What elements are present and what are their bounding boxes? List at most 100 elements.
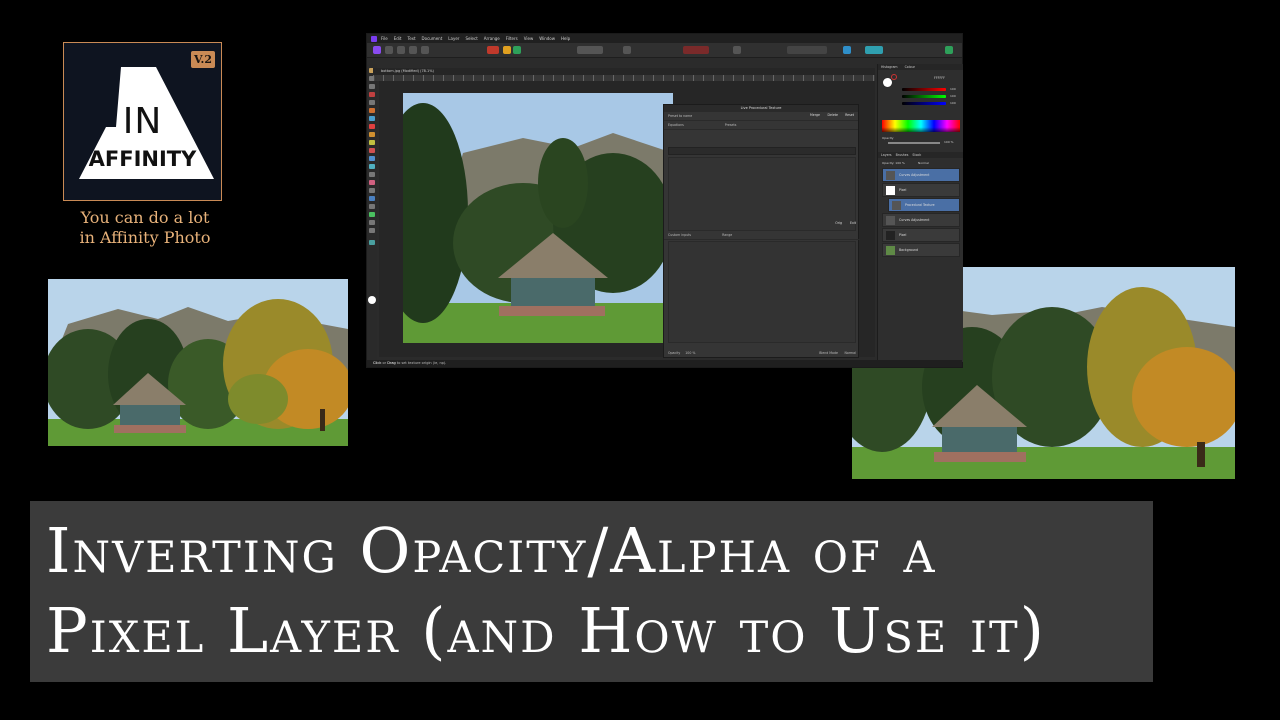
- blue-slider[interactable]: [902, 102, 946, 105]
- account-icon[interactable]: [945, 46, 953, 54]
- document-tab[interactable]: bottom.jpg (Modified) (78.1%): [381, 69, 434, 73]
- menu-layer[interactable]: Layer: [448, 36, 459, 41]
- tabs-row: Equations Presets: [664, 121, 858, 130]
- logo-text-in: IN: [122, 101, 163, 142]
- menu-file[interactable]: File: [381, 36, 388, 41]
- flood-select-tool-icon[interactable]: [369, 108, 375, 113]
- layers-blend-mode[interactable]: Normal: [918, 161, 929, 165]
- menu-filters[interactable]: Filters: [506, 36, 518, 41]
- pen-tool-icon[interactable]: [369, 196, 375, 201]
- zoom-tool-icon[interactable]: [369, 228, 375, 233]
- marquee-tool-icon[interactable]: [369, 116, 375, 121]
- layers-opacity[interactable]: Opacity: 100 %: [882, 161, 905, 165]
- selection-tools-icon[interactable]: [487, 46, 499, 54]
- exit-button[interactable]: Exit: [848, 221, 858, 226]
- blue-value[interactable]: 100: [950, 101, 956, 105]
- tab-layers[interactable]: Layers: [881, 153, 892, 157]
- selection-brush-tool-icon[interactable]: [369, 100, 375, 105]
- orig-button[interactable]: Orig: [833, 221, 844, 226]
- node-tool-icon[interactable]: [369, 204, 375, 209]
- hex-value[interactable]: FFFFFF: [934, 76, 945, 80]
- paint-brush-tool-icon[interactable]: [369, 140, 375, 145]
- green-slider[interactable]: [902, 95, 946, 98]
- selection-refine-buttons[interactable]: [683, 46, 709, 54]
- layer-row[interactable]: Procedural Texture: [888, 198, 960, 212]
- layer-thumbnail: [886, 230, 895, 240]
- shape-tool-icon[interactable]: [369, 212, 375, 217]
- layers-panel-tabs: Layers Brushes Stock: [878, 152, 963, 158]
- panel-opacity-value[interactable]: 100 %: [944, 140, 954, 144]
- equations-tab[interactable]: Equations: [668, 123, 684, 127]
- crop-tool-icon[interactable]: [369, 92, 375, 97]
- persona-tone-map-icon[interactable]: [409, 46, 417, 54]
- menu-arrange[interactable]: Arrange: [484, 36, 500, 41]
- red-slider[interactable]: [902, 88, 946, 91]
- red-eye-tool-icon[interactable]: [369, 180, 375, 185]
- menu-view[interactable]: View: [524, 36, 534, 41]
- custom-inputs-list[interactable]: [668, 241, 856, 343]
- merge-button[interactable]: Merge: [808, 113, 822, 118]
- secondary-color-swatch[interactable]: [891, 74, 897, 80]
- layer-thumbnail: [886, 185, 895, 195]
- tab-colour[interactable]: Colour: [905, 65, 915, 69]
- blend-mode-value[interactable]: Normal: [844, 349, 856, 357]
- menu-edit[interactable]: Edit: [394, 36, 402, 41]
- snapping-icon[interactable]: [733, 46, 741, 54]
- layer-row[interactable]: Curves Adjustment: [882, 213, 960, 227]
- delete-button[interactable]: Delete: [826, 113, 840, 118]
- document-image[interactable]: [403, 93, 673, 343]
- menu-help[interactable]: Help: [561, 36, 570, 41]
- layer-row[interactable]: Pixel: [882, 183, 960, 197]
- layer-name: Curves Adjustment: [899, 173, 930, 177]
- tab-histogram[interactable]: Histogram: [881, 65, 898, 69]
- presets-tab[interactable]: Presets: [725, 123, 737, 127]
- tab-stock[interactable]: Stock: [912, 153, 921, 157]
- clone-tool-icon[interactable]: [369, 164, 375, 169]
- dialog-opacity-value[interactable]: 100 %: [685, 351, 695, 355]
- colour-spectrum[interactable]: [882, 120, 960, 132]
- auto-levels-icon[interactable]: [503, 46, 511, 54]
- mesh-warp-tool-icon[interactable]: [369, 240, 375, 245]
- logo-text-affinity: AFFINITY: [88, 147, 197, 171]
- menu-text[interactable]: Text: [407, 36, 415, 41]
- layer-row[interactable]: Curves Adjustment: [882, 168, 960, 182]
- tagline-line-1: You can do a lot: [80, 208, 210, 227]
- quick-mask-icon[interactable]: [623, 46, 631, 54]
- tagline-line-2: in Affinity Photo: [79, 228, 211, 247]
- dodge-tool-icon[interactable]: [369, 156, 375, 161]
- color-picker-tool-icon[interactable]: [369, 84, 375, 89]
- reset-button[interactable]: Reset: [843, 113, 856, 118]
- green-value[interactable]: 100: [950, 94, 956, 98]
- foreground-color-swatch[interactable]: [368, 296, 376, 304]
- view-buttons[interactable]: [865, 46, 883, 54]
- menu-select[interactable]: Select: [465, 36, 477, 41]
- assistant-icon[interactable]: [843, 46, 851, 54]
- equation-list[interactable]: [668, 157, 856, 231]
- erase-tool-icon[interactable]: [369, 148, 375, 153]
- layer-thumbnail: [886, 170, 895, 180]
- persona-develop-icon[interactable]: [397, 46, 405, 54]
- red-value[interactable]: 100: [950, 87, 956, 91]
- healing-tool-icon[interactable]: [369, 172, 375, 177]
- persona-liquify-icon[interactable]: [385, 46, 393, 54]
- arrange-buttons[interactable]: [787, 46, 827, 54]
- blur-brush-tool-icon[interactable]: [369, 188, 375, 193]
- menu-window[interactable]: Window: [539, 36, 555, 41]
- mode-switcher[interactable]: [577, 46, 603, 54]
- flood-fill-tool-icon[interactable]: [369, 124, 375, 129]
- equation-field[interactable]: [668, 147, 856, 155]
- tab-brushes[interactable]: Brushes: [896, 153, 909, 157]
- persona-photo-icon[interactable]: [373, 46, 381, 54]
- layer-row[interactable]: Background: [882, 243, 960, 257]
- auto-contrast-icon[interactable]: [513, 46, 521, 54]
- primary-color-swatch[interactable]: [883, 78, 892, 87]
- panel-opacity-slider[interactable]: [888, 142, 940, 144]
- persona-export-icon[interactable]: [421, 46, 429, 54]
- range-label: Range: [722, 233, 733, 237]
- menu-document[interactable]: Document: [422, 36, 443, 41]
- status-text: Click or Drag to set texture origin (ie,…: [373, 361, 447, 365]
- gradient-tool-icon[interactable]: [369, 132, 375, 137]
- layer-row[interactable]: Pixel: [882, 228, 960, 242]
- text-tool-icon[interactable]: [369, 220, 375, 225]
- panel-opacity-label: Opacity: [882, 136, 894, 140]
